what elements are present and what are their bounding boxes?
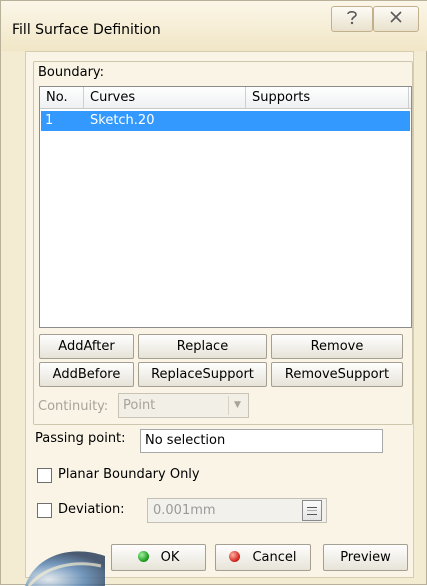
- spinner-up-mark: [307, 507, 317, 508]
- deviation-checkbox[interactable]: [37, 503, 52, 518]
- deviation-spinner[interactable]: [302, 500, 322, 521]
- continuity-value: Point: [123, 398, 156, 413]
- column-supports[interactable]: Supports: [246, 87, 409, 109]
- window-title: Fill Surface Definition: [12, 22, 161, 38]
- remove-support-button[interactable]: RemoveSupport: [271, 362, 403, 387]
- row-no: 1: [45, 113, 54, 128]
- row-curve: Sketch.20: [90, 113, 155, 128]
- title-bar[interactable]: Fill Surface Definition: [1, 1, 427, 51]
- passing-point-field[interactable]: No selection: [140, 429, 383, 453]
- column-no[interactable]: No.: [40, 87, 84, 109]
- chevron-down-icon[interactable]: ▼: [228, 396, 246, 415]
- close-icon: [390, 11, 402, 27]
- column-curves[interactable]: Curves: [84, 87, 246, 109]
- deviation-label: Deviation:: [58, 502, 125, 517]
- planar-boundary-label: Planar Boundary Only: [58, 467, 200, 482]
- red-dot-icon: [229, 551, 241, 562]
- continuity-select[interactable]: Point ▼: [118, 393, 249, 418]
- replace-support-button[interactable]: ReplaceSupport: [138, 362, 267, 387]
- add-before-button[interactable]: AddBefore: [39, 362, 134, 387]
- boundary-list[interactable]: No. Curves Supports 1 Sketch.20: [39, 86, 412, 328]
- help-button[interactable]: [331, 6, 373, 32]
- ok-label: OK: [160, 550, 180, 565]
- ok-button[interactable]: OK: [111, 544, 206, 571]
- close-button[interactable]: [373, 6, 419, 32]
- table-row[interactable]: 1 Sketch.20: [41, 111, 410, 131]
- question-mark-icon: [345, 9, 359, 29]
- replace-button[interactable]: Replace: [138, 334, 267, 359]
- continuity-label: Continuity:: [38, 399, 109, 414]
- list-header: No. Curves Supports: [40, 87, 411, 109]
- planar-boundary-checkbox[interactable]: [37, 468, 52, 483]
- cancel-button[interactable]: Cancel: [215, 544, 311, 571]
- spinner-down-mark: [307, 514, 317, 515]
- remove-button[interactable]: Remove: [271, 334, 403, 359]
- app-logo-icon: [25, 551, 105, 586]
- preview-button[interactable]: Preview: [323, 544, 408, 571]
- green-dot-icon: [137, 551, 149, 562]
- deviation-value: 0.001mm: [153, 503, 216, 518]
- passing-point-label: Passing point:: [35, 431, 126, 446]
- deviation-field[interactable]: 0.001mm: [147, 498, 327, 523]
- cancel-label: Cancel: [252, 550, 297, 565]
- passing-point-value: No selection: [145, 433, 226, 448]
- add-after-button[interactable]: AddAfter: [39, 334, 134, 359]
- boundary-label: Boundary:: [38, 65, 105, 80]
- fill-surface-dialog: Fill Surface Definition Boundary: No. Cu…: [0, 0, 427, 586]
- spinner-divider: [307, 510, 317, 511]
